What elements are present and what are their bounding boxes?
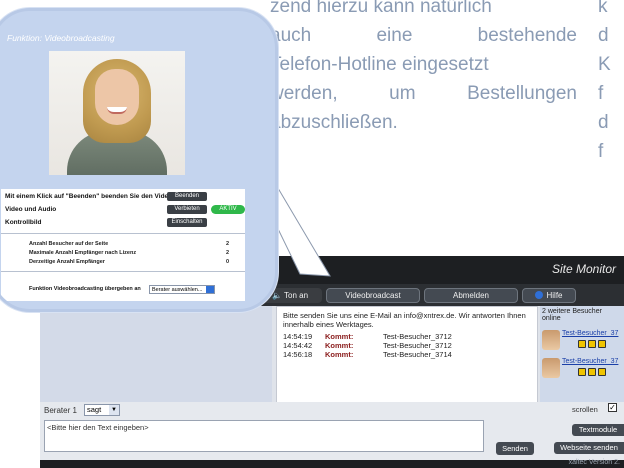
visitor-avatar	[542, 330, 560, 350]
article-line: auch eine bestehende	[270, 21, 577, 50]
visitor-item[interactable]: Test-Besucher_37	[542, 358, 622, 384]
visitor-avatar	[542, 358, 560, 378]
enable-button[interactable]: Einschalten	[167, 218, 207, 227]
article-line: zend hierzu kann natürlich	[270, 0, 492, 17]
video-audio-label: Video und Audio	[5, 206, 57, 213]
user-icon[interactable]	[578, 340, 586, 348]
article-line: abzuschließen.	[270, 112, 398, 133]
stat-row: Derzeitige Anzahl Empfänger 0	[29, 259, 229, 265]
advisor-select-value: Berater auswählen...	[152, 287, 203, 293]
chevron-down-icon: ▼	[109, 405, 119, 415]
chat-time: 14:56:18	[283, 350, 313, 359]
chat-status: Kommt:	[325, 350, 354, 359]
article-word: eine	[376, 25, 413, 46]
visitor-item[interactable]: Test-Besucher_37	[542, 330, 622, 356]
stat-value: 0	[225, 259, 229, 265]
stat-label: Anzahl Besucher auf der Seite	[29, 241, 109, 247]
verb-select[interactable]: sagt ▼	[84, 404, 120, 416]
divider	[1, 271, 245, 272]
article-fragment: f	[598, 83, 604, 104]
article-fragment: K	[598, 54, 611, 75]
send-website-button[interactable]: Webseite senden	[554, 442, 624, 454]
stat-row: Maximale Anzahl Empfänger nach Lizenz 2	[29, 250, 229, 256]
article-word: Bestellungen	[467, 83, 577, 104]
chevron-down-icon	[206, 286, 214, 293]
verb-value: sagt	[87, 405, 102, 414]
article-word: um	[389, 83, 416, 104]
help-icon	[535, 291, 544, 299]
advisor-label: Berater 1	[44, 406, 77, 415]
article-column-middle: zend hierzu kann natürlich auch eine bes…	[270, 0, 580, 137]
sound-on-label: Ton an	[284, 291, 309, 300]
lock-icon[interactable]	[598, 368, 606, 376]
visitor-actions	[578, 340, 606, 348]
status-bar: xaltec Version 2.	[40, 459, 624, 468]
stop-button[interactable]: Beenden	[167, 192, 207, 201]
stat-value: 2	[225, 241, 229, 247]
send-button[interactable]: Senden	[496, 442, 534, 455]
advisor-select[interactable]: Berater auswählen...	[149, 285, 215, 294]
chat-time: 14:54:19	[283, 332, 313, 341]
article-line: Telefon-Hotline eingesetzt	[270, 54, 489, 75]
zoom-callout: Funktion: Videobroadcasting Mit einem Kl…	[0, 8, 278, 312]
article-word: werden,	[270, 83, 338, 104]
forbid-button[interactable]: Verbieten	[167, 205, 207, 214]
speaker-icon: 🔈	[271, 291, 284, 300]
chat-status: Kommt:	[325, 341, 354, 350]
chat-visitor: Test-Besucher_3714	[383, 350, 452, 359]
article-word: bestehende	[477, 25, 577, 46]
lock-icon[interactable]	[598, 340, 606, 348]
scroll-checkbox[interactable]: ✓	[608, 403, 617, 412]
app-title: Site Monitor	[551, 262, 616, 276]
help-label: Hilfe	[546, 291, 563, 300]
textmodule-button[interactable]: Textmodule	[572, 424, 624, 436]
divider	[1, 233, 245, 234]
article-line: werden, um Bestellungen	[270, 79, 577, 108]
chat-status: Kommt:	[325, 332, 354, 341]
camera-icon[interactable]	[588, 368, 596, 376]
chat-visitor: Test-Besucher_3712	[383, 341, 452, 350]
visitor-name[interactable]: Test-Besucher_37	[562, 358, 618, 365]
user-icon[interactable]	[578, 368, 586, 376]
status-badge: AKTIV	[211, 205, 245, 214]
scroll-label: scrollen	[572, 405, 598, 414]
message-input[interactable]: <Bitte hier den Text eingeben>	[44, 420, 484, 452]
video-pane	[40, 306, 272, 406]
visitor-count: 2 weitere Besucher online	[542, 308, 602, 322]
transfer-label: Funktion Videobroadcasting übergeben an	[29, 286, 141, 292]
message-bar: Berater 1 sagt ▼ <Bitte hier den Text ei…	[40, 402, 624, 460]
chat-visitor: Test-Besucher_3712	[383, 332, 452, 341]
logout-button[interactable]: Abmelden	[424, 288, 518, 303]
preview-label: Kontrollbild	[5, 219, 42, 226]
broadcast-controls: Mit einem Klick auf "Beenden" beenden Si…	[1, 189, 245, 301]
chat-time: 14:54:42	[283, 341, 313, 350]
stat-value: 2	[225, 250, 229, 256]
help-button[interactable]: Hilfe	[522, 288, 576, 303]
stat-label: Maximale Anzahl Empfänger nach Lizenz	[29, 250, 137, 256]
broadcaster-photo	[49, 51, 185, 175]
visitor-actions	[578, 368, 606, 376]
chat-intro-text: Bitte senden Sie uns eine E-Mail an info…	[283, 311, 526, 329]
article-fragment: k	[598, 0, 608, 17]
callout-title: Funktion: Videobroadcasting	[7, 33, 115, 43]
chat-row: 14:56:18 Kommt: Test-Besucher_3714	[283, 350, 531, 359]
photo-face	[95, 69, 139, 125]
article-fragment: d	[598, 112, 609, 133]
stat-row: Anzahl Besucher auf der Seite 2	[29, 241, 229, 247]
camera-icon[interactable]	[588, 340, 596, 348]
version-text: xaltec Version 2.	[568, 459, 620, 466]
chat-row: 14:54:19 Kommt: Test-Besucher_3712	[283, 332, 531, 341]
visitor-name[interactable]: Test-Besucher_37	[562, 330, 618, 337]
stat-label: Derzeitige Anzahl Empfänger	[29, 259, 105, 265]
article-fragment: f	[598, 141, 604, 162]
videobroadcast-button[interactable]: Videobroadcast	[326, 288, 420, 303]
article-column-right: k d K f d f	[598, 0, 624, 166]
article-fragment: d	[598, 25, 609, 46]
chat-row: 14:54:42 Kommt: Test-Besucher_3712	[283, 341, 531, 350]
